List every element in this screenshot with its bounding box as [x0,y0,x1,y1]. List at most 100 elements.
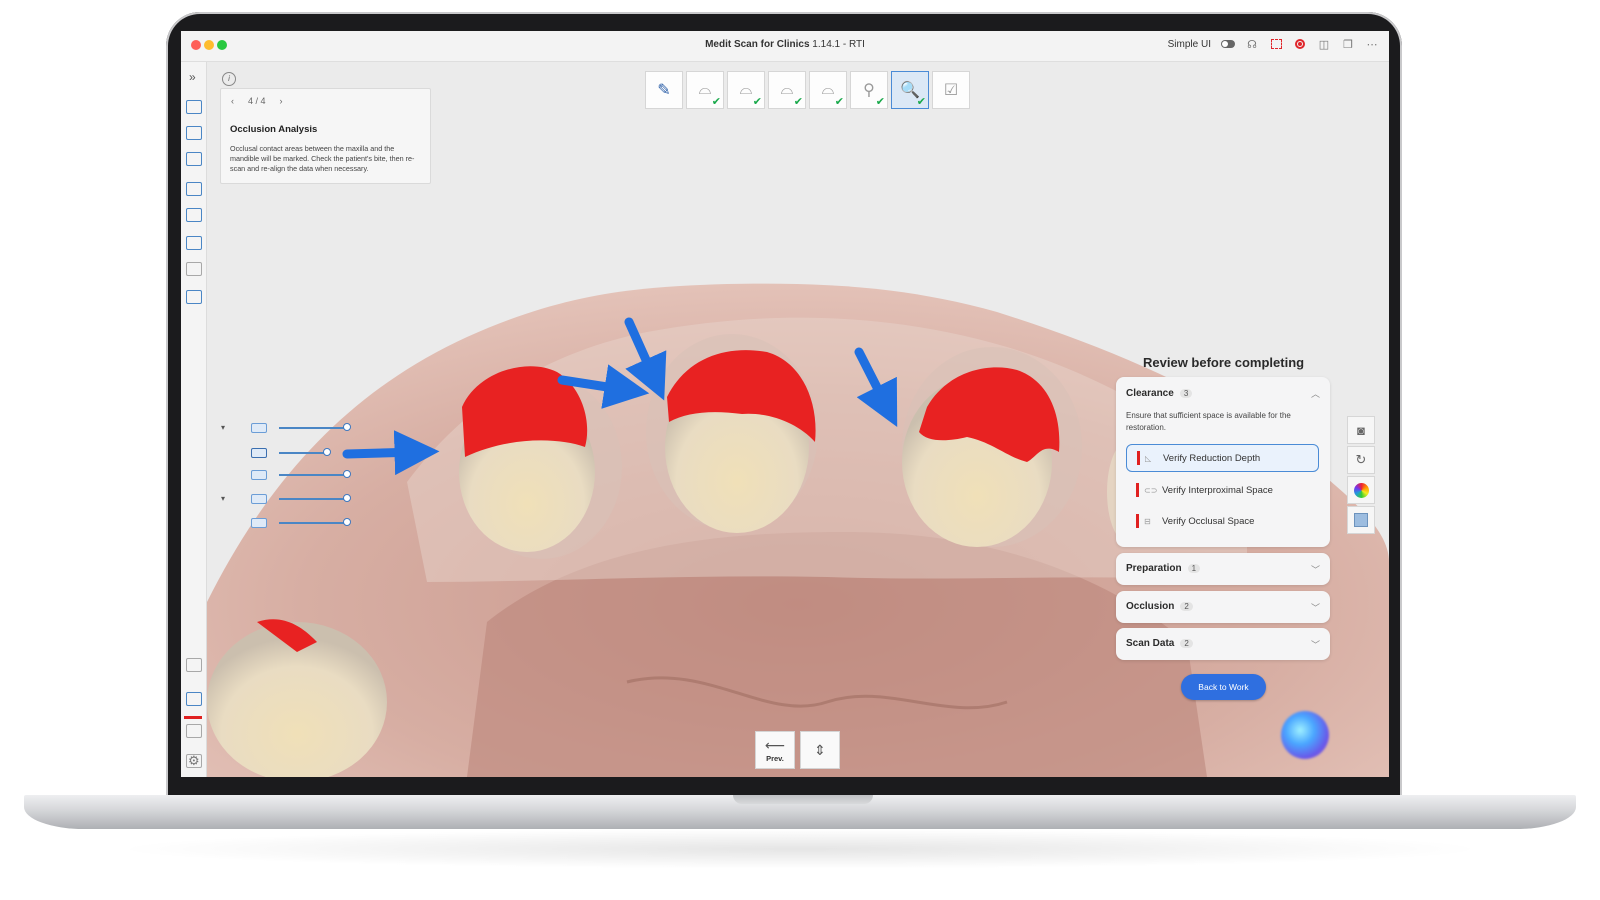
check-icon: ✔ [711,96,721,108]
visibility-indicator [184,716,202,719]
prep-opacity-slider[interactable] [251,446,331,460]
maxilla-icon [251,423,267,433]
app-screen: Medit Scan for Clinics 1.14.1 - RTI Simp… [181,31,1389,777]
info-icon[interactable]: i [222,72,236,86]
laptop-shadow [110,829,1490,869]
expand-sidebar-icon[interactable]: » [189,70,196,84]
step-occlusion-analysis[interactable]: 🔍 ✔ [891,71,929,109]
reset-view-icon[interactable]: ↻ [1347,446,1375,474]
more-icon[interactable]: ⋯ [1365,37,1379,51]
left-sidebar: » [181,62,207,777]
step-maxilla-prep[interactable]: ⌓ ✔ [686,71,724,109]
status-bar [1137,451,1140,465]
maxilla-icon: ⌓ [739,81,753,98]
headset-icon[interactable]: ☊ [1245,37,1259,51]
occlusion-icon [251,518,267,528]
clearance-card: Clearance 3 ︿ Ensure that sufficient spac… [1116,377,1330,547]
step-info-card: ‹ 4 / 4 › Occlusion Analysis Occlusal co… [220,88,431,184]
tool-filter-icon[interactable] [186,182,202,196]
pager-text: 4 / 4 [248,96,266,106]
occlusion-card[interactable]: Occlusion 2 ﹀ [1116,591,1330,623]
clearance-count-badge: 3 [1179,389,1193,398]
ai-assistant-orb[interactable] [1281,711,1329,759]
arrow-left-icon: ⟵ [764,736,786,753]
review-title: Review before completing [1143,355,1305,370]
screenshot-icon[interactable]: ◙ [1347,416,1375,444]
clearance-header[interactable]: Clearance 3 [1126,388,1193,399]
simple-ui-label: Simple UI [1167,38,1211,50]
tool-align-icon[interactable] [186,236,202,250]
gear-icon[interactable]: ⚙ [188,753,200,769]
scan-data-card[interactable]: Scan Data 2 ﹀ [1116,628,1330,660]
check-icon: ✔ [916,96,926,108]
step-scanbody[interactable]: ⚲ ✔ [850,71,888,109]
prev-button[interactable]: ⟵ Prev. [755,731,795,769]
notes-icon: ✎ [657,82,671,99]
tool-teeth-icon[interactable] [186,290,202,304]
step-complete[interactable]: ☑ [932,71,970,109]
tool-bite-icon[interactable] [186,208,202,222]
check-icon: ✔ [752,96,762,108]
camera-icon[interactable]: ◫ [1317,37,1331,51]
bite-icon: ⌓ [821,81,835,98]
mandible-opacity-slider[interactable] [251,468,351,482]
clearance-description: Ensure that sufficient space is availabl… [1126,411,1291,432]
step-pager: ‹ 4 / 4 › [231,96,283,106]
step-description: Occlusal contact areas between the maxil… [230,144,415,174]
occlusal-space-icon: ⊟ [1144,516,1151,526]
open-close-jaw-button[interactable]: ⇕ [800,731,840,769]
reduction-depth-icon: ◺ [1145,453,1152,463]
screen-capture-icon[interactable] [1269,37,1283,51]
pager-prev-icon[interactable]: ‹ [231,96,234,106]
status-bar [1136,483,1139,497]
tool-trim-icon[interactable] [186,126,202,140]
step-bite[interactable]: ⌓ ✔ [809,71,847,109]
laptop-notch [733,795,873,804]
scanbody-icon: ⚲ [863,82,875,99]
step-title: Occlusion Analysis [230,124,318,135]
tool-visibility-icon[interactable] [186,692,202,706]
back-to-work-button[interactable]: Back to Work [1181,674,1266,700]
tool-lock-icon[interactable] [186,152,202,166]
occlusion-opacity-slider[interactable] [251,516,351,530]
workflow-steps: ✎ ⌓ ✔ ⌓ ✔ ⌓ ✔ ⌓ ✔ ⚲ ✔ 🔍 ✔ ☑ [645,71,970,109]
group-collapse-icon[interactable]: ▾ [221,423,225,432]
verify-occlusal-space-item[interactable]: ⊟ Verify Occlusal Space [1126,507,1319,535]
complete-icon: ☑ [943,82,959,99]
pager-next-icon[interactable]: › [280,96,283,106]
verify-reduction-depth-item[interactable]: ◺ Verify Reduction Depth [1126,444,1319,472]
tool-select-icon[interactable] [186,100,202,114]
simple-ui-toggle[interactable] [1221,40,1235,48]
texture-toggle-icon[interactable] [1347,506,1375,534]
verify-interproximal-space-item[interactable]: ⊂⊃ Verify Interproximal Space [1126,476,1319,504]
title-bar: Medit Scan for Clinics 1.14.1 - RTI Simp… [181,31,1389,62]
maxilla-prep-icon: ⌓ [698,81,712,98]
prep-icon [251,448,267,458]
status-bar [1136,514,1139,528]
check-icon: ✔ [793,96,803,108]
record-icon[interactable] [1293,37,1307,51]
maxilla-opacity-slider[interactable] [251,421,351,435]
chevron-down-icon[interactable]: ﹀ [1311,563,1320,576]
check-icon: ✔ [834,96,844,108]
preparation-card[interactable]: Preparation 1 ﹀ [1116,553,1330,585]
tool-note-icon[interactable] [186,658,202,672]
color-toggle-icon[interactable] [1347,476,1375,504]
jaw-toggle-icon: ⇕ [814,742,826,758]
step-mandible[interactable]: ⌓ ✔ [768,71,806,109]
bite-icon [251,494,267,504]
bite-opacity-slider[interactable] [251,492,351,506]
step-maxilla[interactable]: ⌓ ✔ [727,71,765,109]
check-icon: ✔ [875,96,885,108]
group-collapse-icon[interactable]: ▾ [221,494,225,503]
mandible-icon [251,470,267,480]
chevron-down-icon[interactable]: ﹀ [1311,601,1320,614]
collapse-icon[interactable]: ︿ [1311,387,1320,400]
interproximal-icon: ⊂⊃ [1144,485,1158,495]
step-notes[interactable]: ✎ [645,71,683,109]
tool-measure-icon[interactable] [186,724,202,738]
chevron-down-icon[interactable]: ﹀ [1311,638,1320,651]
tool-capture-icon[interactable] [186,262,202,276]
window-icon[interactable]: ❐ [1341,37,1355,51]
title-bar-tools: Simple UI ☊ ◫ ❐ ⋯ [1168,37,1379,51]
